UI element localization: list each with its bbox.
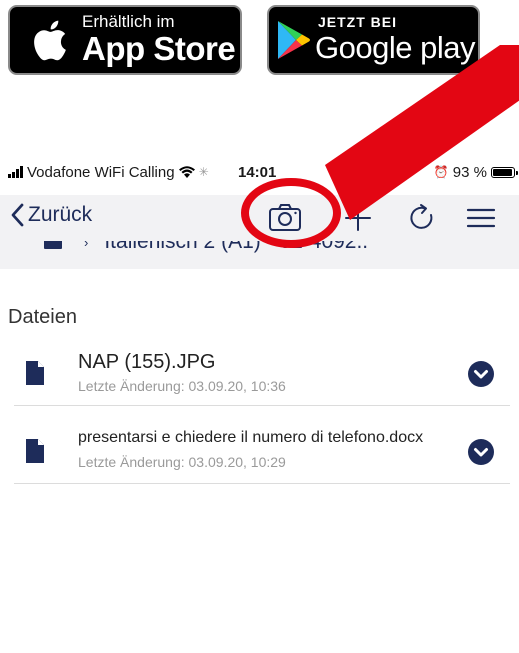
google-play-logo-icon bbox=[278, 21, 310, 59]
document-icon bbox=[26, 439, 44, 463]
files-section-title: Dateien bbox=[8, 306, 77, 328]
signal-icon bbox=[8, 166, 23, 178]
loading-icon: ✳ bbox=[198, 165, 209, 179]
app-store-small-text: Erhältlich im bbox=[82, 12, 175, 31]
carrier-label: Vodafone WiFi Calling bbox=[27, 163, 175, 181]
file-modified-date: Letzte Änderung: 03.09.20, 10:36 bbox=[78, 378, 286, 394]
google-play-small-text: JETZT BEI bbox=[318, 14, 398, 30]
chevron-down-icon[interactable] bbox=[468, 361, 494, 387]
file-list-item[interactable]: presentarsi e chiedere il numero di tele… bbox=[14, 421, 510, 484]
camera-highlight-circle bbox=[241, 178, 341, 248]
back-button[interactable]: Zurück bbox=[10, 203, 92, 227]
file-name: presentarsi e chiedere il numero di tele… bbox=[78, 429, 424, 446]
chevron-down-icon[interactable] bbox=[468, 439, 494, 465]
file-name: NAP (155).JPG bbox=[78, 351, 216, 373]
apple-logo-icon bbox=[34, 20, 66, 61]
file-list-item[interactable]: NAP (155).JPG Letzte Änderung: 03.09.20,… bbox=[14, 343, 510, 406]
file-modified-date: Letzte Änderung: 03.09.20, 10:29 bbox=[78, 454, 286, 470]
annotation-arrow-icon bbox=[325, 45, 519, 220]
app-store-badge[interactable]: Erhältlich im App Store bbox=[8, 5, 242, 75]
back-label: Zurück bbox=[28, 203, 93, 226]
chevron-left-icon bbox=[11, 203, 24, 227]
app-store-big-text: App Store bbox=[82, 30, 236, 67]
wifi-icon bbox=[178, 166, 195, 178]
document-icon bbox=[26, 361, 44, 385]
status-time: 14:01 bbox=[238, 163, 277, 181]
